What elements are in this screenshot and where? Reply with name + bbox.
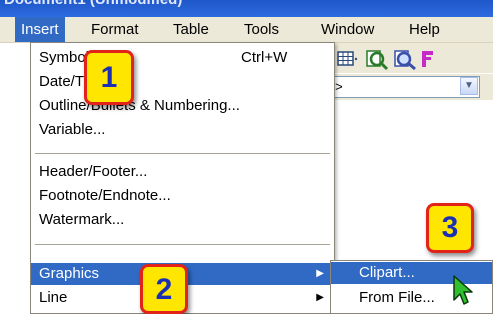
step-3-badge: 3 (426, 203, 474, 253)
step-2-badge: 2 (140, 264, 188, 314)
window-title: Document1 (Unmodified) (4, 0, 182, 8)
menu-item-symbol[interactable]: Symbol... Ctrl+W (31, 47, 334, 69)
menu-separator (35, 153, 330, 154)
menu-item-variable[interactable]: Variable... (31, 119, 334, 141)
chevron-down-icon[interactable]: ▼ (460, 77, 478, 95)
menu-item-footnote-endnote[interactable]: Footnote/Endnote... (31, 185, 334, 207)
menu-item-label: Footnote/Endnote... (39, 187, 171, 204)
menu-item-label: Header/Footer... (39, 163, 148, 180)
font-color-icon[interactable] (420, 49, 436, 73)
menu-item-header-footer[interactable]: Header/Footer... (31, 161, 334, 183)
menu-format[interactable]: Format (85, 17, 145, 42)
submenu-arrow-icon: ▶ (316, 292, 324, 303)
menu-tools[interactable]: Tools (238, 17, 285, 42)
menu-item-shortcut: Ctrl+W (241, 49, 288, 66)
menu-item-label: Outline/Bullets & Numbering... (39, 97, 240, 114)
submenu-arrow-icon: ▶ (316, 268, 324, 279)
menu-item-label: Graphics (39, 265, 100, 282)
step-1-badge: 1 (84, 50, 134, 105)
insert-table-icon[interactable] (336, 49, 358, 73)
mouse-cursor-icon (452, 274, 478, 312)
menu-item-label: Watermark... (39, 211, 125, 228)
menu-item-label: Variable... (39, 121, 106, 138)
menu-item-watermark[interactable]: Watermark... (31, 209, 334, 231)
title-bar: Document1 (Unmodified) (0, 0, 493, 17)
zoom-icon[interactable] (392, 49, 418, 75)
menu-insert[interactable]: Insert (15, 17, 65, 42)
menu-separator (35, 244, 330, 245)
menu-item-label: Line (39, 289, 68, 306)
menu-help[interactable]: Help (403, 17, 446, 42)
menu-item-date-time[interactable]: Date/Time... (31, 71, 334, 93)
zoom-page-icon[interactable] (364, 49, 390, 75)
menu-item-outline-bullets-numbering[interactable]: Outline/Bullets & Numbering... (31, 95, 334, 117)
menu-window[interactable]: Window (315, 17, 380, 42)
menu-bar: Insert Format Table Tools Window Help (0, 17, 493, 43)
menu-table[interactable]: Table (167, 17, 215, 42)
